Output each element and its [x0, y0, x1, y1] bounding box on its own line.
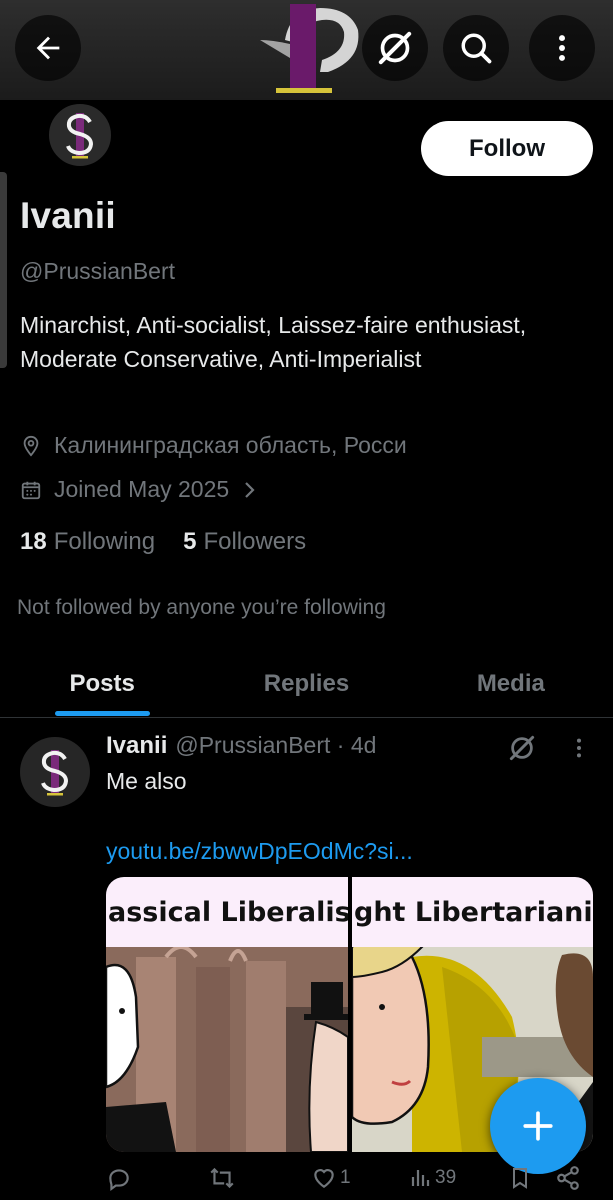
back-button[interactable]	[15, 15, 81, 81]
thumbnail-right-title: ght Libertarianis	[352, 877, 593, 947]
not-followed-note: Not followed by anyone you’re following	[17, 596, 386, 619]
post-handle-time: @PrussianBert · 4d	[175, 732, 377, 758]
views-chart-icon	[411, 1170, 430, 1186]
thumbnail-left-panel: assical Liberalis	[106, 877, 348, 1152]
more-vertical-icon	[576, 738, 582, 758]
joined-text: Joined May 2025	[54, 476, 230, 502]
heart-icon	[314, 1169, 334, 1188]
back-arrow-icon	[36, 36, 60, 60]
post-more-button[interactable]	[568, 733, 590, 768]
active-tab-indicator	[55, 711, 150, 716]
grok-icon	[509, 735, 535, 761]
profile-avatar[interactable]	[46, 101, 114, 169]
post-link[interactable]: youtu.be/zbwwDpEOdMc?si...	[106, 838, 413, 865]
profile-stats: 18 Following 5 Followers	[20, 528, 334, 556]
more-options-button[interactable]	[529, 15, 595, 81]
scroll-indicator	[0, 172, 7, 368]
following-stat[interactable]: 18 Following	[20, 528, 155, 556]
location-pin-icon	[23, 435, 39, 457]
following-count: 18	[20, 528, 47, 555]
views-button[interactable]: 39	[408, 1165, 456, 1191]
following-label: Following	[53, 528, 156, 555]
like-button[interactable]: 1	[311, 1165, 351, 1191]
calendar-icon	[21, 481, 41, 499]
followers-stat[interactable]: 5 Followers	[183, 528, 306, 556]
profile-location: Калининградская область, Росси	[20, 432, 407, 459]
profile-display-name: Ivanii	[20, 195, 116, 236]
reply-icon	[109, 1169, 129, 1191]
post-author-name[interactable]: Ivanii	[106, 732, 167, 760]
avatar-logo-icon	[41, 750, 69, 796]
bookmark-icon	[513, 1168, 527, 1189]
reply-button[interactable]	[106, 1165, 135, 1191]
tab-replies[interactable]: Replies	[204, 650, 408, 717]
profile-banner[interactable]	[0, 0, 613, 100]
search-button[interactable]	[443, 15, 509, 81]
grok-button[interactable]	[362, 15, 428, 81]
post-text: Me also	[106, 768, 187, 794]
profile-handle: @PrussianBert	[20, 258, 176, 284]
avatar-logo-icon	[66, 113, 94, 159]
share-button[interactable]	[555, 1165, 581, 1191]
more-vertical-icon	[559, 35, 565, 61]
search-icon	[461, 33, 492, 64]
share-icon	[557, 1166, 579, 1190]
chevron-right-icon	[245, 481, 255, 498]
post-grok-button[interactable]	[507, 733, 537, 768]
compose-post-button[interactable]	[490, 1078, 586, 1174]
follow-button[interactable]: Follow	[421, 121, 593, 176]
grok-icon	[378, 31, 412, 65]
banner-logo-art	[260, 4, 359, 93]
location-text: Калининградская область, Росси	[54, 432, 407, 458]
repost-button[interactable]	[208, 1165, 239, 1191]
tab-posts[interactable]: Posts	[0, 650, 204, 717]
plus-icon	[523, 1111, 553, 1141]
followers-count: 5	[183, 528, 197, 555]
profile-tabs: Posts Replies Media	[0, 650, 613, 718]
like-count: 1	[340, 1167, 351, 1188]
post-header: Ivanii @PrussianBert · 4d	[106, 732, 376, 760]
profile-bio: Minarchist, Anti-socialist, Laissez-fair…	[20, 312, 527, 372]
post-action-bar: 1 39	[106, 1165, 593, 1195]
thumbnail-left-title: assical Liberalis	[106, 877, 348, 947]
post-author-avatar[interactable]	[20, 737, 90, 807]
profile-joined[interactable]: Joined May 2025	[20, 476, 269, 503]
tab-media[interactable]: Media	[409, 650, 613, 717]
views-count: 39	[435, 1167, 457, 1188]
repost-icon	[210, 1167, 234, 1189]
bookmark-button[interactable]	[508, 1165, 532, 1191]
followers-label: Followers	[203, 528, 307, 555]
